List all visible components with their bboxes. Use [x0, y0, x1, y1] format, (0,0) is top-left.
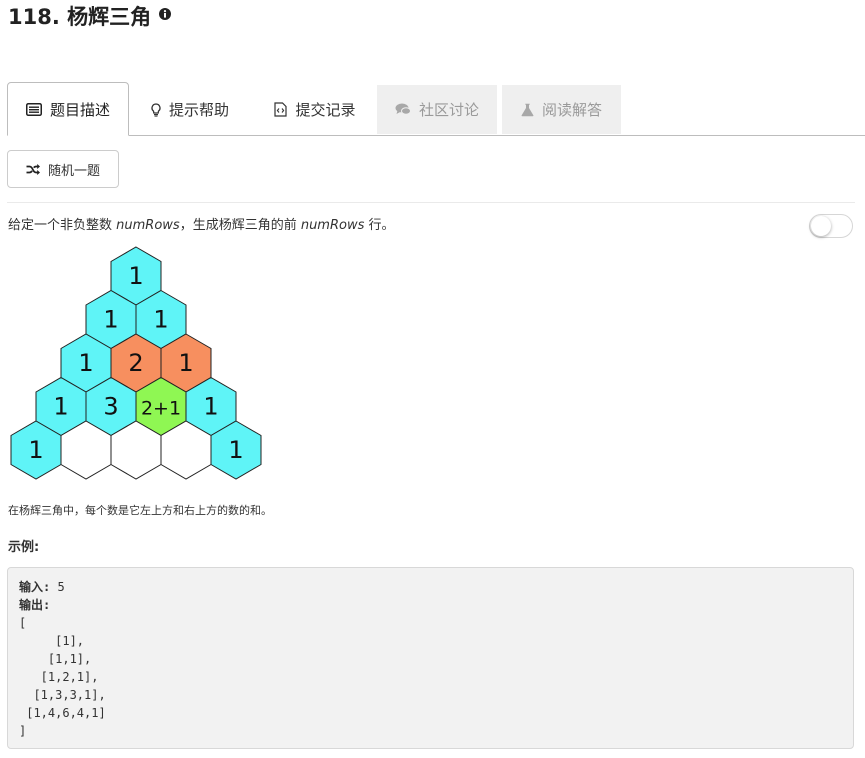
- tab-submissions[interactable]: 提交记录: [257, 85, 373, 134]
- tab-hints[interactable]: 提示帮助: [137, 85, 243, 134]
- code-file-icon: [274, 102, 288, 117]
- example-output-line: 输出:: [19, 596, 842, 614]
- description-middle: ，生成杨辉三角的前: [179, 218, 301, 233]
- description-var-numrows: numRows: [300, 218, 365, 233]
- random-button-label: 随机一题: [47, 163, 100, 179]
- example-code-block: 输入: 5 输出: [ [1], [1,1], [1,2,1], [1,3,3,…: [7, 567, 854, 749]
- lightbulb-icon: [151, 102, 161, 117]
- pascal-triangle-figure: 11 11 2 11 3 2+1 11 1: [10, 246, 262, 480]
- hexagon-label: 1: [128, 262, 143, 290]
- output-line: [1,4,6,4,1]: [19, 706, 106, 720]
- hexagon-label: 1: [178, 349, 193, 377]
- example-input-line: 输入: 5: [19, 578, 842, 596]
- figure-caption: 在杨辉三角中，每个数是它左上方和右上方的数的和。: [8, 504, 272, 517]
- hexagon-label: 2: [128, 349, 143, 377]
- example-heading: 示例:: [8, 540, 40, 555]
- hexagon-label: 1: [153, 306, 168, 334]
- tab-label: 阅读解答: [541, 101, 602, 119]
- description-prefix: 给定一个非负整数: [8, 218, 117, 233]
- tab-description[interactable]: 题目描述: [7, 82, 129, 136]
- toggle-switch[interactable]: [809, 214, 853, 238]
- output-line: [1],: [19, 634, 85, 648]
- toggle-knob: [811, 216, 831, 236]
- hexagon-label: 1: [78, 349, 93, 377]
- comments-icon: [395, 103, 411, 115]
- divider: [7, 202, 855, 203]
- flask-icon: [521, 103, 534, 116]
- shuffle-icon: [26, 163, 40, 175]
- hexagon-label: 1: [53, 393, 68, 421]
- input-label: 输入:: [19, 580, 51, 594]
- tab-label: 提交记录: [295, 101, 356, 119]
- tab-label: 题目描述: [49, 100, 110, 119]
- tab-discuss[interactable]: 社区讨论: [377, 85, 497, 134]
- problem-title-row: 118. 杨辉三角: [8, 2, 172, 34]
- hexagon-label: 1: [28, 436, 43, 464]
- hexagon-label: 1: [203, 393, 218, 421]
- hexagon-label: 2+1: [141, 398, 181, 420]
- hexagon-label: 3: [103, 393, 118, 421]
- output-line: [1,2,1],: [19, 670, 99, 684]
- output-line: [1,1],: [19, 652, 92, 666]
- info-icon[interactable]: [159, 5, 172, 20]
- tab-bar: 题目描述 提示帮助 提交记录 社区讨论 阅读解答: [7, 82, 865, 136]
- hexagon-label: 1: [228, 436, 243, 464]
- tab-label: 社区讨论: [418, 101, 479, 119]
- description-icon: [25, 102, 42, 116]
- page-title: 118. 杨辉三角: [8, 5, 152, 29]
- problem-description: 给定一个非负整数 numRows，生成杨辉三角的前 numRows 行。: [8, 216, 395, 236]
- input-value: 5: [50, 580, 65, 594]
- output-line: [1,3,3,1],: [19, 688, 106, 702]
- output-line: ]: [19, 724, 27, 738]
- hexagon-label: 1: [103, 306, 118, 334]
- tab-label: 提示帮助: [168, 101, 229, 119]
- output-label: 输出:: [19, 598, 51, 612]
- description-var-numrows: numRows: [116, 218, 180, 233]
- tab-solution[interactable]: 阅读解答: [502, 85, 621, 134]
- output-line: [: [19, 616, 27, 630]
- random-problem-button[interactable]: 随机一题: [7, 150, 119, 188]
- description-suffix: 行。: [364, 218, 395, 233]
